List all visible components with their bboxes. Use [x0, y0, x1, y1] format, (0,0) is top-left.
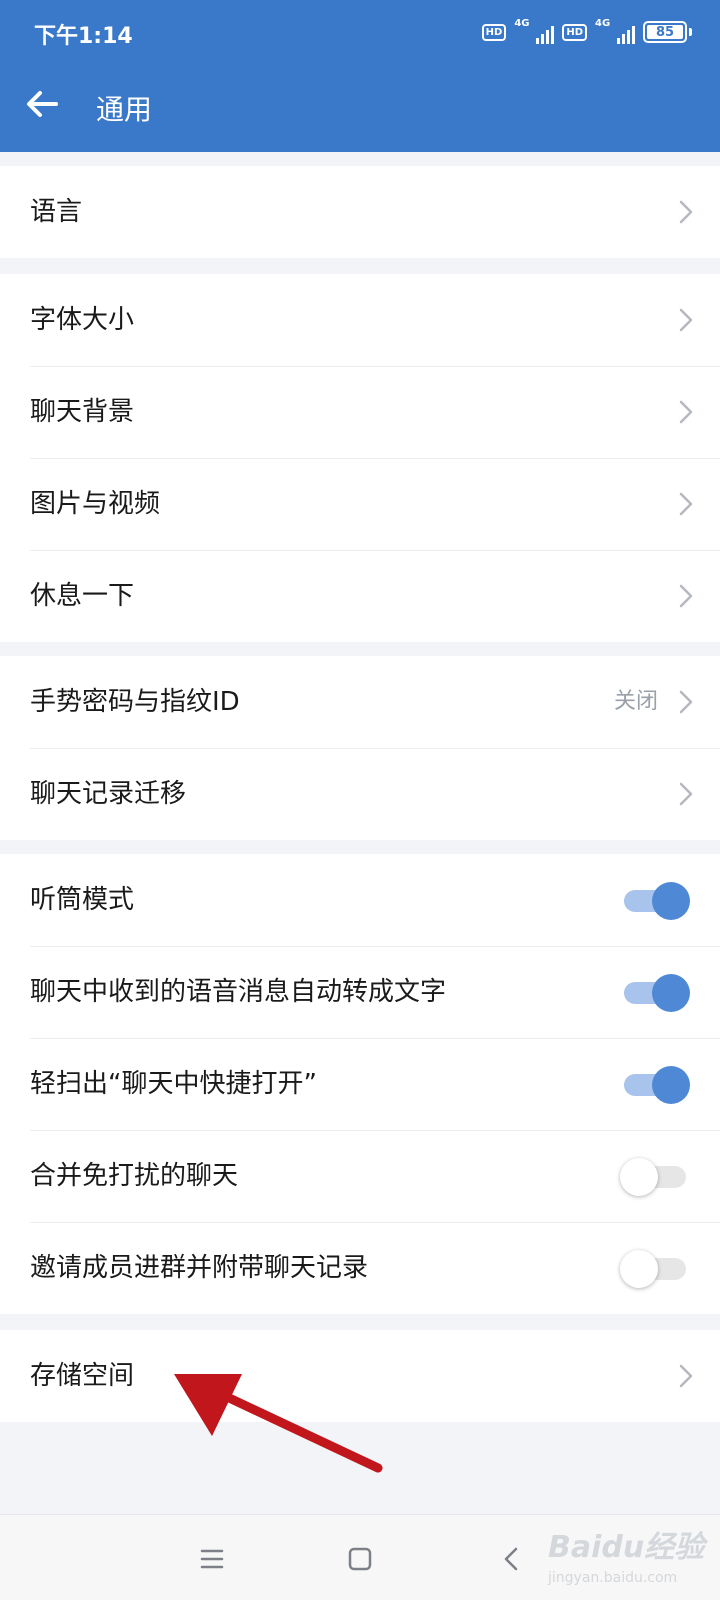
setting-label: 邀请成员进群并附带聊天记录	[30, 1253, 369, 1283]
setting-chat-background[interactable]: 聊天背景	[0, 366, 720, 458]
setting-label: 聊天中收到的语音消息自动转成文字	[30, 977, 447, 1007]
watermark-brand: Baidu经验	[548, 1530, 705, 1565]
chevron-right-icon	[679, 690, 693, 714]
setting-invite-with-history: 邀请成员进群并附带聊天记录	[0, 1222, 720, 1314]
setting-value: 关闭	[613, 689, 658, 714]
earpiece-mode-toggle[interactable]	[620, 879, 690, 921]
setting-font-size[interactable]: 字体大小	[0, 274, 720, 366]
setting-take-a-break[interactable]: 休息一下	[0, 550, 720, 642]
setting-merge-muted-chats: 合并免打扰的聊天	[0, 1130, 720, 1222]
settings-group-display: 字体大小 聊天背景 图片与视频 休息一下	[0, 274, 720, 642]
hd-icon: HD	[562, 23, 587, 41]
settings-group-toggles: 听筒模式 聊天中收到的语音消息自动转成文字 轻扫出“聊天中快捷打开” 合并免打扰…	[0, 854, 720, 1314]
setting-gesture-password[interactable]: 手势密码与指纹ID 关闭	[0, 656, 720, 748]
setting-earpiece-mode: 听筒模式	[0, 854, 720, 946]
setting-label: 听筒模式	[30, 885, 135, 915]
settings-group-language: 语言	[0, 166, 720, 258]
setting-voice-to-text: 聊天中收到的语音消息自动转成文字	[0, 946, 720, 1038]
annotation-arrow-icon	[174, 1374, 383, 1473]
chevron-right-icon	[679, 1364, 693, 1388]
chevron-right-icon	[679, 584, 693, 608]
voice-to-text-toggle[interactable]	[620, 971, 690, 1013]
invite-with-history-toggle[interactable]	[620, 1247, 690, 1289]
back-arrow-icon[interactable]	[20, 82, 64, 126]
chevron-right-icon	[679, 200, 693, 224]
chevron-right-icon	[679, 308, 693, 332]
home-icon[interactable]	[338, 1537, 382, 1581]
chevron-right-icon	[679, 492, 693, 516]
setting-chat-migration[interactable]: 聊天记录迁移	[0, 748, 720, 840]
setting-label: 轻扫出“聊天中快捷打开”	[30, 1069, 317, 1099]
status-icons: HD 4G HD 4G 85	[481, 18, 692, 46]
app-bar: 通用	[0, 64, 720, 152]
back-icon[interactable]	[490, 1537, 534, 1581]
status-time: 下午1:14	[34, 24, 133, 49]
setting-label: 聊天记录迁移	[30, 779, 187, 809]
setting-label: 合并免打扰的聊天	[30, 1161, 239, 1191]
watermark-url: jingyan.baidu.com	[548, 1570, 678, 1586]
setting-language[interactable]: 语言	[0, 166, 720, 258]
chevron-right-icon	[679, 782, 693, 806]
setting-label: 字体大小	[30, 305, 135, 335]
signal-icon: 4G	[514, 18, 555, 44]
setting-label: 聊天背景	[30, 397, 135, 427]
settings-group-security: 手势密码与指纹ID 关闭 聊天记录迁移	[0, 656, 720, 840]
setting-swipe-quick-open: 轻扫出“聊天中快捷打开”	[0, 1038, 720, 1130]
setting-label: 语言	[30, 197, 83, 227]
setting-label: 存储空间	[30, 1361, 135, 1391]
watermark: Baidu经验 jingyan.baidu.com	[548, 1518, 718, 1598]
merge-muted-chats-toggle[interactable]	[620, 1155, 690, 1197]
network-type: 4G	[514, 18, 530, 29]
swipe-quick-open-toggle[interactable]	[620, 1063, 690, 1105]
battery-icon: 85	[643, 21, 692, 43]
battery-level: 85	[647, 25, 683, 40]
network-type: 4G	[595, 18, 611, 29]
page-title: 通用	[96, 93, 153, 126]
menu-icon[interactable]	[190, 1537, 234, 1581]
setting-photos-videos[interactable]: 图片与视频	[0, 458, 720, 550]
status-bar: 下午1:14 HD 4G HD 4G 85	[0, 0, 720, 64]
signal-icon: 4G	[595, 18, 635, 44]
setting-label: 手势密码与指纹ID	[30, 687, 240, 717]
hd-icon: HD	[481, 23, 507, 41]
setting-label: 图片与视频	[30, 489, 161, 519]
setting-label: 休息一下	[30, 581, 135, 611]
chevron-right-icon	[679, 400, 693, 424]
